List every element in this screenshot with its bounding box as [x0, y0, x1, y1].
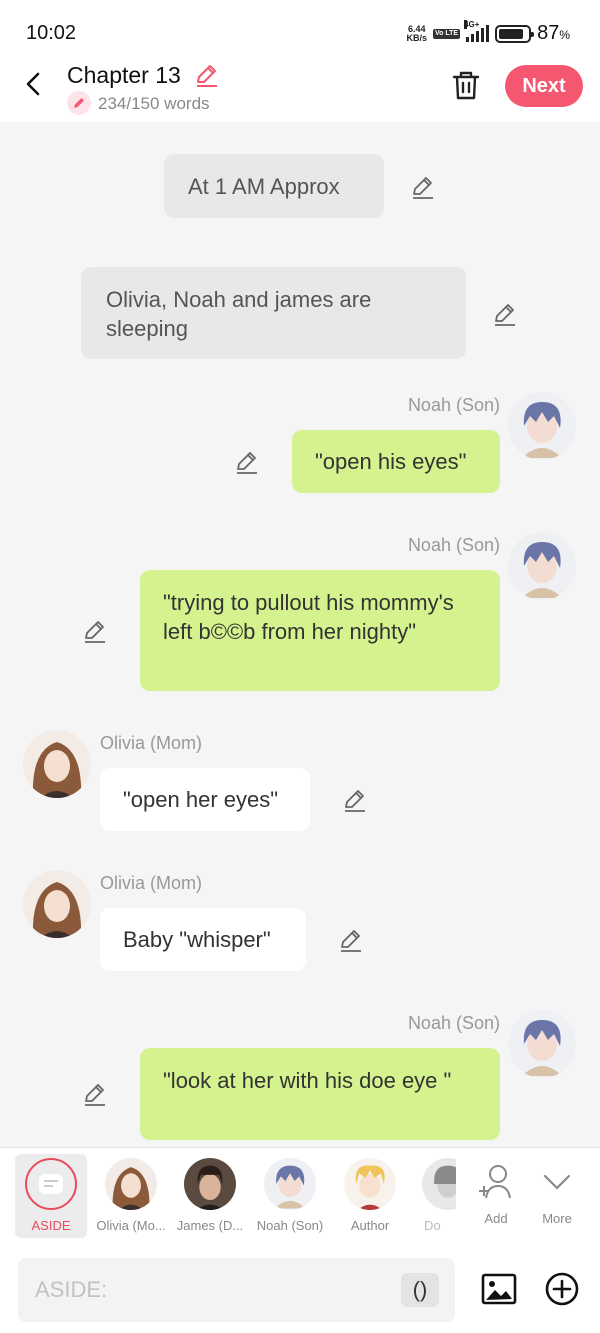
add-circle-icon[interactable] [544, 1271, 580, 1307]
character-label: More [542, 1211, 572, 1226]
noah-avatar[interactable] [508, 1010, 576, 1078]
message-bubble[interactable]: Baby "whisper" [100, 908, 306, 971]
more-button[interactable]: More [519, 1154, 595, 1232]
character-olivia[interactable]: Olivia (Mo... [93, 1154, 169, 1233]
character-label: Author [350, 1218, 390, 1233]
battery-icon [495, 24, 535, 43]
app-header: Chapter 13 234/150 words Next [0, 58, 600, 122]
character-noah[interactable]: Noah (Son) [252, 1154, 328, 1233]
edit-pencil-icon[interactable] [82, 1081, 108, 1107]
aside-bubble[interactable]: Olivia, Noah and james are sleeping [81, 267, 466, 359]
edit-title-icon[interactable] [193, 62, 219, 88]
status-bar: 10:02 6.44 KB/s Vo LTE 4G+ 87% [0, 0, 600, 58]
back-arrow-icon[interactable] [18, 68, 50, 100]
signal-icon: 4G+ [464, 19, 490, 42]
aside-icon [25, 1158, 77, 1210]
next-button[interactable]: Next [505, 65, 583, 107]
character-author[interactable]: Author [332, 1154, 408, 1233]
word-count: 234/150 words [98, 94, 210, 113]
edit-pencil-icon[interactable] [234, 449, 260, 475]
add-user-icon [479, 1165, 511, 1199]
aside-bubble[interactable]: At 1 AM Approx [164, 154, 384, 218]
olivia-avatar[interactable] [23, 730, 91, 798]
character-james[interactable]: James (D... [172, 1154, 248, 1233]
battery-percent: 87% [537, 22, 570, 44]
message-bubble[interactable]: "open his eyes" [292, 430, 500, 493]
speaker-name: Olivia (Mom) [100, 873, 202, 893]
network-type: 4G+ [464, 19, 480, 29]
olivia-avatar[interactable] [23, 870, 91, 938]
edit-pencil-icon[interactable] [492, 301, 518, 327]
battery-level [499, 28, 524, 39]
character-label: Olivia (Mo... [96, 1218, 166, 1233]
volte-icon: Vo LTE [433, 28, 461, 39]
noah-avatar[interactable] [508, 392, 576, 460]
word-count-pencil-icon [67, 91, 91, 115]
character-partial[interactable]: Do [400, 1154, 456, 1232]
edit-pencil-icon[interactable] [82, 618, 108, 644]
character-aside[interactable]: ASIDE [15, 1154, 87, 1238]
status-icons: 6.44 KB/s Vo LTE 4G+ 87% [406, 19, 570, 45]
trash-icon[interactable] [450, 68, 482, 102]
image-icon[interactable] [481, 1271, 517, 1307]
speaker-name: Olivia (Mom) [100, 733, 202, 753]
message-bubble[interactable]: "trying to pullout his mommy's left b©©b… [140, 570, 500, 691]
speaker-name: Noah (Son) [407, 395, 500, 415]
edit-pencil-icon[interactable] [342, 787, 368, 813]
chevron-down-icon [543, 1174, 571, 1190]
character-label: Noah (Son) [256, 1218, 324, 1233]
message-bubble[interactable]: "open her eyes" [100, 768, 310, 831]
input-bar: () [0, 1246, 600, 1333]
status-time: 10:02 [26, 22, 77, 44]
chapter-title: Chapter 13 [67, 62, 181, 88]
network-speed: 6.44 KB/s [406, 23, 427, 43]
speaker-name: Noah (Son) [407, 535, 500, 555]
speaker-name: Noah (Son) [407, 1013, 500, 1033]
character-selector: ASIDE Olivia (Mo... James (D... Noah (So… [0, 1147, 600, 1246]
message-bubble[interactable]: "look at her with his doe eye " [140, 1048, 500, 1140]
edit-pencil-icon[interactable] [338, 927, 364, 953]
message-input[interactable] [18, 1258, 455, 1322]
noah-avatar[interactable] [508, 532, 576, 600]
edit-pencil-icon[interactable] [410, 174, 436, 200]
character-label: James (D... [176, 1218, 244, 1233]
chat-area[interactable]: At 1 AM Approx Olivia, Noah and james ar… [0, 122, 600, 1147]
parentheses-button[interactable]: () [401, 1273, 439, 1307]
character-label: ASIDE [31, 1218, 71, 1233]
character-label: Do [424, 1218, 441, 1232]
